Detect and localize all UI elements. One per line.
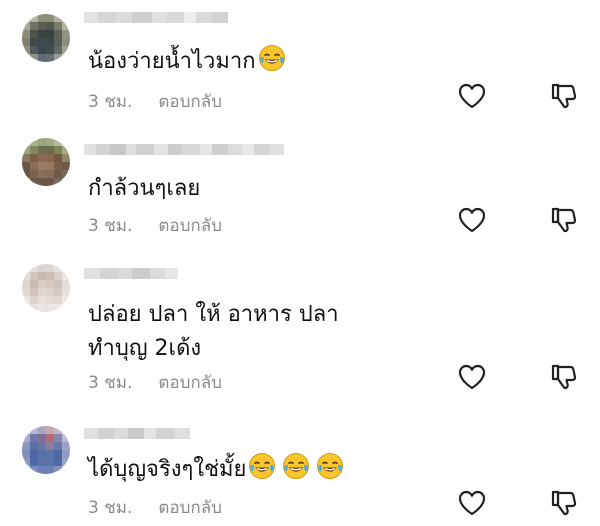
heart-outline-icon: [458, 364, 486, 390]
reply-button[interactable]: ตอบกลับ: [158, 494, 222, 521]
heart-outline-icon: [458, 83, 486, 109]
username-blurred[interactable]: [84, 12, 228, 34]
comment-text: ได้บุญจริงๆใช่มั้ย: [88, 452, 488, 487]
reply-button[interactable]: ตอบกลับ: [158, 88, 222, 115]
username-blurred[interactable]: [84, 268, 178, 290]
avatar[interactable]: [22, 264, 70, 312]
thumbs-down-outline-icon: [551, 207, 577, 233]
thumbs-down-outline-icon: [551, 364, 577, 390]
comment-meta: 3 ชม. ตอบกลับ: [88, 369, 222, 396]
thumbs-down-outline-icon: [551, 83, 577, 109]
comment-item: กำล้วนๆเลย 3 ชม. ตอบกลับ: [0, 124, 600, 244]
comment-item: ปล่อย ปลา ให้ อาหาร ปลา ทำบุญ 2เด้ง 3 ชม…: [0, 256, 600, 406]
like-button[interactable]: [455, 79, 489, 113]
comment-text: น้องว่ายน้ำไวมาก: [88, 44, 448, 79]
like-button[interactable]: [455, 486, 489, 520]
username-blurred[interactable]: [84, 144, 284, 166]
face-with-tears-of-joy-icon: [258, 45, 285, 71]
face-with-tears-of-joy-icon: [249, 453, 276, 479]
like-button[interactable]: [455, 360, 489, 394]
avatar[interactable]: [22, 426, 70, 474]
comment-meta: 3 ชม. ตอบกลับ: [88, 212, 222, 239]
thumbs-down-outline-icon: [551, 490, 577, 516]
face-with-tears-of-joy-icon: [283, 453, 310, 479]
dislike-button[interactable]: [547, 486, 581, 520]
comment-meta: 3 ชม. ตอบกลับ: [88, 494, 222, 521]
avatar[interactable]: [22, 14, 70, 62]
reply-button[interactable]: ตอบกลับ: [158, 212, 222, 239]
comment-text: ปล่อย ปลา ให้ อาหาร ปลา ทำบุญ 2เด้ง: [88, 302, 339, 361]
comment-meta: 3 ชม. ตอบกลับ: [88, 88, 222, 115]
comment-item: ได้บุญจริงๆใช่มั้ย 3 ชม. ตอบกลับ: [0, 416, 600, 526]
heart-outline-icon: [458, 490, 486, 516]
like-button[interactable]: [455, 203, 489, 237]
avatar[interactable]: [22, 138, 70, 186]
dislike-button[interactable]: [547, 79, 581, 113]
username-blurred[interactable]: [84, 428, 190, 450]
timestamp: 3 ชม.: [88, 92, 133, 112]
heart-outline-icon: [458, 207, 486, 233]
dislike-button[interactable]: [547, 203, 581, 237]
comment-item: น้องว่ายน้ำไวมาก 3 ชม. ตอบกลับ: [0, 0, 600, 120]
timestamp: 3 ชม.: [88, 373, 133, 393]
face-with-tears-of-joy-icon: [317, 453, 344, 479]
reply-button[interactable]: ตอบกลับ: [158, 369, 222, 396]
dislike-button[interactable]: [547, 360, 581, 394]
timestamp: 3 ชม.: [88, 216, 133, 236]
timestamp: 3 ชม.: [88, 498, 133, 518]
comment-text: กำล้วนๆเลย: [88, 176, 201, 201]
